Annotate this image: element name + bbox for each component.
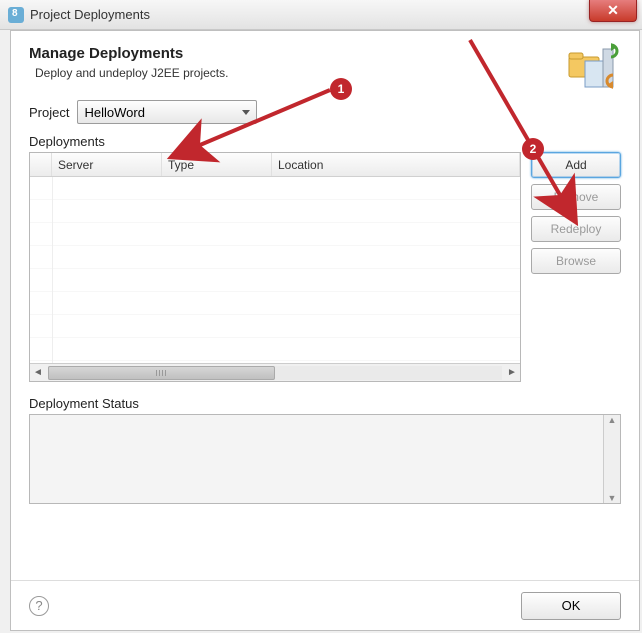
project-label: Project xyxy=(29,105,69,120)
project-select-value: HelloWord xyxy=(84,105,144,120)
deployments-area: Server Type Location ◄ ► Add Remove Rede… xyxy=(29,152,621,382)
redeploy-button[interactable]: Redeploy xyxy=(531,216,621,242)
button-column: Add Remove Redeploy Browse xyxy=(531,152,621,382)
app-icon xyxy=(8,7,24,23)
table-header: Server Type Location xyxy=(30,153,520,177)
deployments-table[interactable]: Server Type Location ◄ ► xyxy=(29,152,521,382)
deployment-status-box[interactable]: ▲ ▼ xyxy=(29,414,621,504)
dialog-header: Manage Deployments Deploy and undeploy J… xyxy=(11,31,639,90)
scroll-up-icon[interactable]: ▲ xyxy=(608,415,617,425)
remove-button[interactable]: Remove xyxy=(531,184,621,210)
project-row: Project HelloWord xyxy=(29,100,621,124)
deployment-status-label: Deployment Status xyxy=(29,396,621,411)
vertical-scrollbar[interactable]: ▲ ▼ xyxy=(603,415,620,503)
help-button[interactable]: ? xyxy=(29,596,49,616)
scroll-down-icon[interactable]: ▼ xyxy=(608,493,617,503)
scroll-track[interactable] xyxy=(48,366,502,380)
deploy-icon xyxy=(565,41,625,91)
window-title: Project Deployments xyxy=(30,7,150,22)
column-server[interactable]: Server xyxy=(52,153,162,176)
deployments-label: Deployments xyxy=(29,134,621,149)
dialog-footer: ? OK xyxy=(11,580,639,630)
title-bar: Project Deployments ✕ xyxy=(0,0,642,30)
close-icon: ✕ xyxy=(607,2,619,19)
column-location[interactable]: Location xyxy=(272,153,520,176)
scroll-right-icon[interactable]: ► xyxy=(504,365,520,381)
page-title: Manage Deployments xyxy=(29,45,621,62)
horizontal-scrollbar[interactable]: ◄ ► xyxy=(30,363,520,381)
project-select[interactable]: HelloWord xyxy=(77,100,257,124)
dialog-content: Project HelloWord Deployments Server Typ… xyxy=(11,90,639,504)
page-subtitle: Deploy and undeploy J2EE projects. xyxy=(35,66,621,80)
scroll-thumb[interactable] xyxy=(48,366,275,380)
window-close-button[interactable]: ✕ xyxy=(589,0,637,22)
ok-button[interactable]: OK xyxy=(521,592,621,620)
add-button[interactable]: Add xyxy=(531,152,621,178)
dialog-body: Manage Deployments Deploy and undeploy J… xyxy=(10,30,640,631)
scroll-left-icon[interactable]: ◄ xyxy=(30,365,46,381)
column-type[interactable]: Type xyxy=(162,153,272,176)
table-body[interactable] xyxy=(30,177,520,363)
help-icon: ? xyxy=(35,598,42,613)
table-gutter xyxy=(30,153,52,176)
browse-button[interactable]: Browse xyxy=(531,248,621,274)
